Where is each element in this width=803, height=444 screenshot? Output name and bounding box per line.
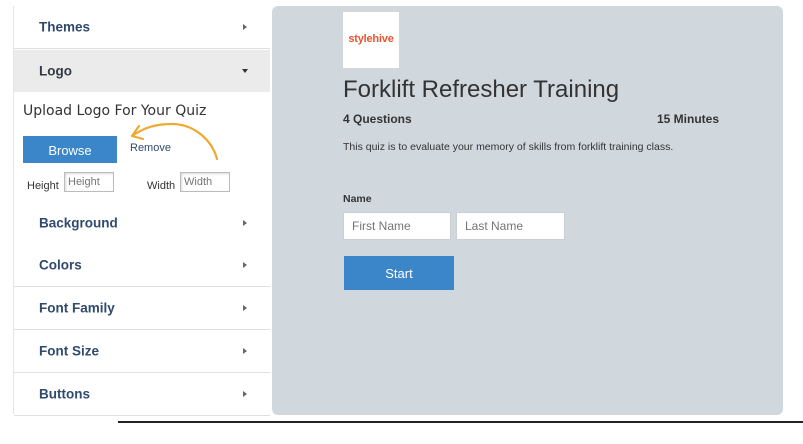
sidebar-item-label: Background [39, 215, 118, 231]
chevron-right-icon [243, 24, 247, 30]
chevron-down-icon [242, 69, 248, 73]
sidebar-item-label: Font Family [39, 300, 115, 316]
last-name-input[interactable] [456, 212, 565, 240]
width-label: Width [147, 180, 176, 192]
chevron-right-icon [243, 262, 247, 268]
height-input[interactable] [64, 172, 114, 192]
quiz-preview: stylehive Forklift Refresher Training 4 … [272, 6, 783, 415]
chevron-right-icon [243, 348, 247, 354]
remove-logo-link[interactable]: Remove [130, 142, 171, 154]
bottom-divider [118, 421, 803, 423]
logo-text: stylehive [348, 33, 394, 45]
width-input[interactable] [180, 172, 230, 192]
chevron-right-icon [243, 220, 247, 226]
sidebar-item-font-family[interactable]: Font Family [14, 287, 270, 330]
sidebar-item-logo[interactable]: Logo [14, 50, 270, 92]
height-label: Height [27, 180, 59, 192]
sidebar-item-label: Themes [39, 19, 91, 35]
sidebar-item-font-size[interactable]: Font Size [14, 330, 270, 373]
sidebar-item-buttons[interactable]: Buttons [14, 373, 270, 416]
sidebar-item-colors[interactable]: Colors [14, 244, 270, 287]
first-name-input[interactable] [343, 212, 451, 240]
browse-button[interactable]: Browse [23, 136, 117, 163]
sidebar-item-themes[interactable]: Themes [14, 6, 270, 49]
name-label: Name [343, 193, 372, 205]
chevron-right-icon [243, 391, 247, 397]
quiz-description: This quiz is to evaluate your memory of … [343, 141, 674, 153]
sidebar-item-label: Font Size [39, 343, 99, 359]
sidebar-item-label: Colors [39, 257, 82, 273]
question-count: 4 Questions [343, 112, 412, 126]
quiz-title: Forklift Refresher Training [343, 76, 620, 103]
logo-panel: Upload Logo For Your Quiz Browse Remove … [14, 92, 270, 206]
quiz-logo: stylehive [343, 12, 399, 68]
sidebar-item-label: Logo [39, 63, 72, 79]
sidebar-item-label: Buttons [39, 386, 90, 402]
quiz-duration: 15 Minutes [657, 112, 720, 126]
annotation-arrow-icon [130, 122, 219, 161]
start-button[interactable]: Start [344, 256, 454, 290]
chevron-right-icon [243, 305, 247, 311]
customization-sidebar: Themes Logo Upload Logo For Your Quiz Br… [13, 6, 271, 416]
sidebar-item-background[interactable]: Background [14, 202, 270, 245]
